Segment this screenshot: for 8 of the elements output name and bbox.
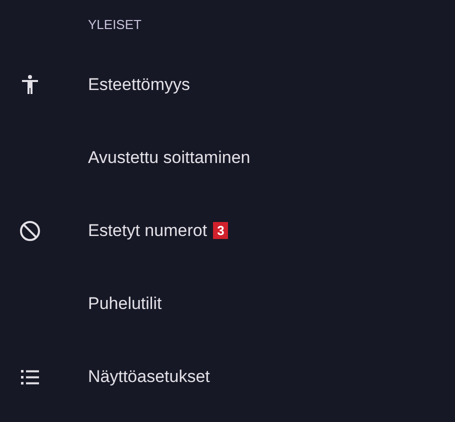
settings-item[interactable]: Puhelutilit	[88, 294, 162, 314]
settings-item[interactable]: Esteettömyys	[88, 74, 190, 94]
settings-item[interactable]: Avustettu soittaminen	[88, 148, 250, 168]
settings-item[interactable]: Näyttöasetukset	[88, 366, 210, 386]
settings-item[interactable]: Estetyt numerot	[88, 220, 208, 240]
block-icon	[18, 218, 42, 242]
section-header: YLEISET	[88, 17, 142, 32]
count-badge: 3	[213, 222, 228, 239]
